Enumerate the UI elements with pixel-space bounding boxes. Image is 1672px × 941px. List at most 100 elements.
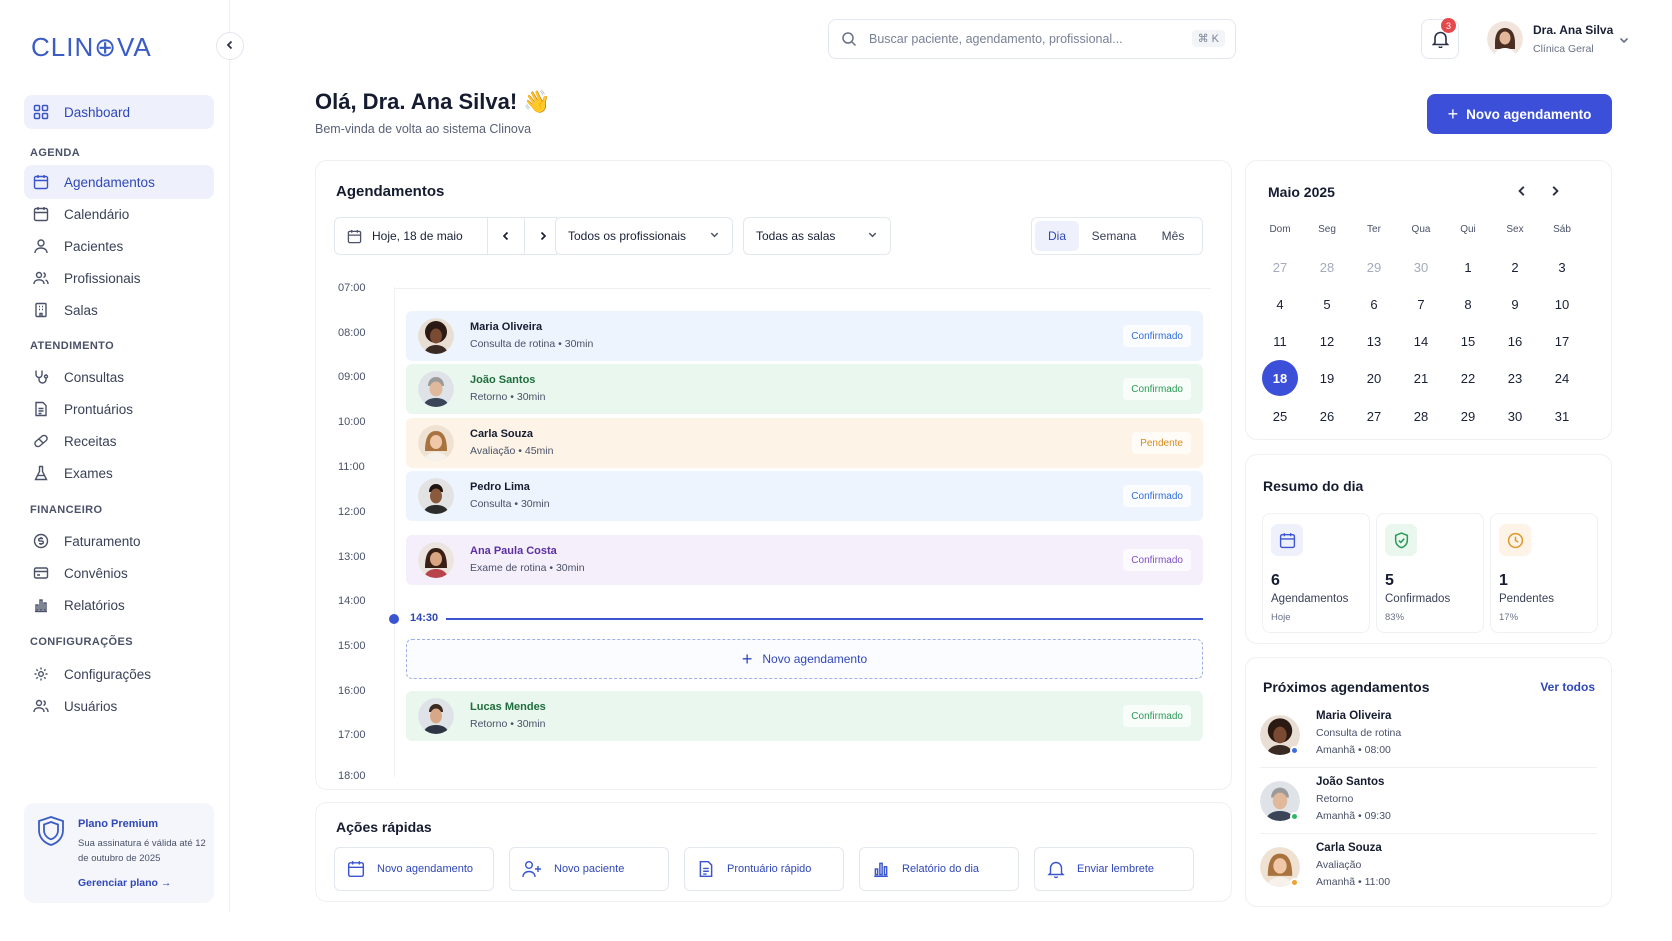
- calendar-day[interactable]: 17: [1544, 323, 1580, 359]
- add-slot-label: Novo agendamento: [762, 652, 868, 666]
- add-appointment-slot[interactable]: + Novo agendamento: [406, 639, 1203, 679]
- calendar-day[interactable]: 12: [1309, 323, 1345, 359]
- calendar-day[interactable]: 1: [1450, 249, 1486, 285]
- calendar-day[interactable]: 7: [1403, 286, 1439, 322]
- prev-month-button[interactable]: [1516, 184, 1528, 202]
- quick-new-appointment-button[interactable]: Novo agendamento: [334, 847, 494, 891]
- view-week-tab[interactable]: Semana: [1079, 221, 1149, 251]
- professional-select[interactable]: Todos os profissionais: [555, 217, 733, 255]
- search-shortcut: ⌘ K: [1191, 30, 1225, 47]
- calendar-day[interactable]: 10: [1544, 286, 1580, 322]
- sidebar-item-usuarios[interactable]: Usuários: [24, 689, 214, 723]
- appointment-card[interactable]: Pedro Lima Consulta • 30min Confirmado: [406, 471, 1203, 521]
- appointment-card[interactable]: Maria Oliveira Consulta de rotina • 30mi…: [406, 311, 1203, 361]
- upcoming-item[interactable]: Carla Souza Avaliação Amanhã • 11:00: [1260, 840, 1597, 906]
- calendar-day[interactable]: 4: [1262, 286, 1298, 322]
- user-name[interactable]: Dra. Ana Silva: [1533, 23, 1613, 37]
- appointment-card[interactable]: Lucas Mendes Retorno • 30min Confirmado: [406, 691, 1203, 741]
- sidebar-item-dashboard[interactable]: Dashboard: [24, 95, 214, 129]
- appointment-card[interactable]: Carla Souza Avaliação • 45min Pendente: [406, 418, 1203, 468]
- view-day-tab[interactable]: Dia: [1035, 221, 1079, 251]
- sidebar-item-receitas[interactable]: Receitas: [24, 424, 214, 458]
- calendar-day[interactable]: 6: [1356, 286, 1392, 322]
- clinova-logo[interactable]: CLIN⊕VA: [31, 32, 152, 63]
- calendar-day[interactable]: 25: [1262, 398, 1298, 434]
- calendar-day[interactable]: 18: [1262, 360, 1298, 396]
- sidebar-item-calendario[interactable]: Calendário: [24, 197, 214, 231]
- calendar-day[interactable]: 27: [1262, 249, 1298, 285]
- quick-send-reminder-button[interactable]: Enviar lembrete: [1034, 847, 1194, 891]
- calendar-day[interactable]: 30: [1497, 398, 1533, 434]
- page-title: Olá, Dra. Ana Silva! 👋: [315, 89, 551, 114]
- calendar-day[interactable]: 20: [1356, 360, 1392, 396]
- sidebar-item-faturamento[interactable]: Faturamento: [24, 524, 214, 558]
- calendar-day[interactable]: 30: [1403, 249, 1439, 285]
- appointment-card[interactable]: Ana Paula Costa Exame de rotina • 30min …: [406, 535, 1203, 585]
- calendar-day[interactable]: 24: [1544, 360, 1580, 396]
- sidebar-item-configuracoes[interactable]: Configurações: [24, 657, 214, 691]
- upcoming-item[interactable]: Maria Oliveira Consulta de rotina Amanhã…: [1260, 708, 1597, 774]
- sidebar-item-agendamentos[interactable]: Agendamentos: [24, 165, 214, 199]
- sidebar-item-label: Calendário: [64, 206, 130, 222]
- sidebar-item-exames[interactable]: Exames: [24, 456, 214, 490]
- check-shield-icon: [1385, 524, 1417, 556]
- calendar-day[interactable]: 28: [1309, 249, 1345, 285]
- sidebar-item-salas[interactable]: Salas: [24, 293, 214, 327]
- calendar-day[interactable]: 26: [1309, 398, 1345, 434]
- user-role: Clínica Geral: [1533, 43, 1594, 55]
- notifications-button[interactable]: 3: [1421, 18, 1459, 59]
- quick-new-patient-button[interactable]: Novo paciente: [509, 847, 669, 891]
- manage-plan-link[interactable]: Gerenciar plano →: [78, 877, 171, 889]
- calendar-day[interactable]: 3: [1544, 249, 1580, 285]
- upcoming-item[interactable]: João Santos Retorno Amanhã • 09:30: [1260, 774, 1597, 840]
- sidebar-item-consultas[interactable]: Consultas: [24, 360, 214, 394]
- quick-actions-title: Ações rápidas: [336, 819, 432, 835]
- sidebar-item-label: Exames: [64, 465, 113, 481]
- date-filter-label[interactable]: Hoje, 18 de maio: [372, 229, 463, 243]
- sidebar-item-prontuarios[interactable]: Prontuários: [24, 392, 214, 426]
- calendar-day[interactable]: 29: [1450, 398, 1486, 434]
- sidebar-item-pacientes[interactable]: Pacientes: [24, 229, 214, 263]
- calendar-day[interactable]: 11: [1262, 323, 1298, 359]
- search-input[interactable]: Buscar paciente, agendamento, profission…: [828, 19, 1236, 59]
- see-all-link[interactable]: Ver todos: [1540, 680, 1595, 694]
- time-label: 17:00: [338, 729, 366, 741]
- calendar-day[interactable]: 22: [1450, 360, 1486, 396]
- collapse-sidebar-button[interactable]: [216, 32, 244, 60]
- next-month-button[interactable]: [1549, 184, 1561, 202]
- calendar-day[interactable]: 28: [1403, 398, 1439, 434]
- sidebar-item-relatorios[interactable]: Relatórios: [24, 588, 214, 622]
- chevron-down-icon[interactable]: [1618, 33, 1630, 51]
- calendar-day[interactable]: 15: [1450, 323, 1486, 359]
- calendar-day[interactable]: 31: [1544, 398, 1580, 434]
- calendar-day[interactable]: 2: [1497, 249, 1533, 285]
- prev-day-button[interactable]: [487, 218, 524, 254]
- calendar-day[interactable]: 21: [1403, 360, 1439, 396]
- quick-daily-report-button[interactable]: Relatório do dia: [859, 847, 1019, 891]
- calendar-day[interactable]: 14: [1403, 323, 1439, 359]
- sidebar-item-profissionais[interactable]: Profissionais: [24, 261, 214, 295]
- calendar-day[interactable]: 16: [1497, 323, 1533, 359]
- calendar-day[interactable]: 9: [1497, 286, 1533, 322]
- calendar-day[interactable]: 19: [1309, 360, 1345, 396]
- quick-record-button[interactable]: Prontuário rápido: [684, 847, 844, 891]
- calendar-day[interactable]: 8: [1450, 286, 1486, 322]
- appointment-card[interactable]: João Santos Retorno • 30min Confirmado: [406, 364, 1203, 414]
- time-label: 18:00: [338, 770, 366, 782]
- new-appointment-button[interactable]: + Novo agendamento: [1427, 94, 1612, 134]
- quick-action-label: Prontuário rápido: [727, 863, 812, 875]
- sidebar-item-label: Usuários: [64, 698, 118, 714]
- calendar-day[interactable]: 29: [1356, 249, 1392, 285]
- calendar-day[interactable]: 27: [1356, 398, 1392, 434]
- user-avatar[interactable]: [1487, 21, 1523, 57]
- sidebar-item-convenios[interactable]: Convênios: [24, 556, 214, 590]
- calendar-day[interactable]: 5: [1309, 286, 1345, 322]
- summary-title: Resumo do dia: [1263, 478, 1364, 494]
- calendar-day[interactable]: 13: [1356, 323, 1392, 359]
- view-month-tab[interactable]: Mês: [1149, 221, 1197, 251]
- room-select[interactable]: Todas as salas: [743, 217, 891, 255]
- time-label: 15:00: [338, 640, 366, 652]
- patient-avatar: [418, 371, 454, 407]
- sidebar-item-label: Profissionais: [64, 270, 141, 286]
- calendar-day[interactable]: 23: [1497, 360, 1533, 396]
